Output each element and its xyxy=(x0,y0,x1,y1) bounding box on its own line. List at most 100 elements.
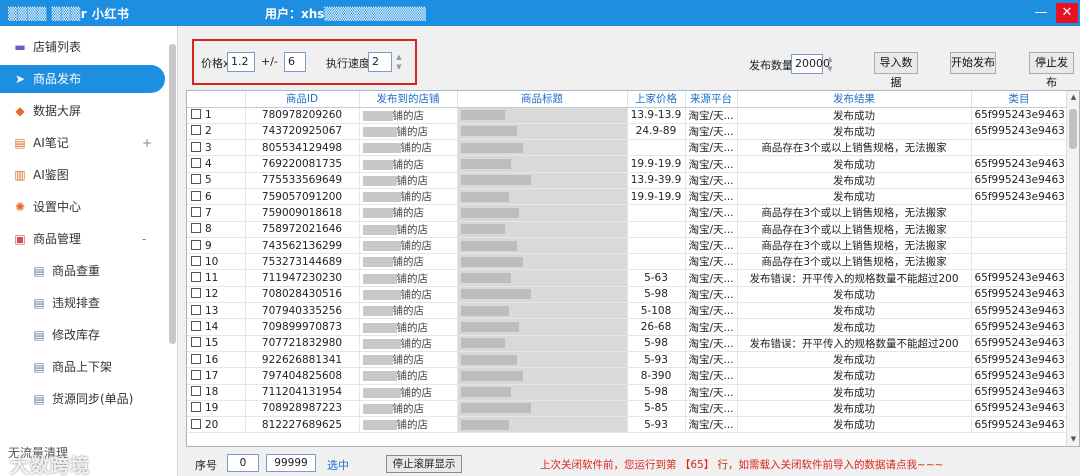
table-row[interactable]: 12 708028430516 铺的店 5-98 淘宝/天... 发布成功 65f99524… xyxy=(187,286,1068,304)
row-checkbox[interactable] xyxy=(191,174,201,185)
row-checkbox[interactable] xyxy=(191,321,201,331)
sidebar-scrollbar[interactable] xyxy=(169,44,176,344)
row-checkbox[interactable] xyxy=(191,109,201,120)
table-row[interactable]: 16 922626881341 铺的店 5-93 淘宝/天... 发布成功 65f99524… xyxy=(187,351,1068,369)
row-checkbox[interactable] xyxy=(191,206,201,217)
row-index-cell[interactable]: 3 xyxy=(187,139,246,157)
row-checkbox[interactable] xyxy=(191,402,201,413)
row-index-cell[interactable]: 1 xyxy=(187,107,246,124)
row-checkbox[interactable] xyxy=(191,353,201,364)
table-row[interactable]: 11 711947230230 铺的店 5-63 淘宝/天... 发布错误：开平传入的规格… xyxy=(187,269,1068,287)
publish-count-spinner-icon[interactable]: ▲ ▼ xyxy=(825,54,835,74)
table-row[interactable]: 9 743562136299 铺的店 淘宝/天... 商品存在3个或以上销售规格，无法搬… xyxy=(187,237,1068,255)
expand-icon[interactable]: + xyxy=(142,129,152,157)
row-index-cell[interactable]: 20 xyxy=(187,416,246,434)
table-row[interactable]: 20 812227689625 铺的店 5-93 淘宝/天... 发布成功 65f99524… xyxy=(187,416,1068,434)
col-header-product-title[interactable]: 商品标题 xyxy=(457,91,628,108)
row-index-cell[interactable]: 13 xyxy=(187,302,246,320)
row-index-cell[interactable]: 16 xyxy=(187,351,246,369)
row-index-cell[interactable]: 9 xyxy=(187,237,246,255)
sidebar-item-violation-check[interactable]: ▤ 违规排查 xyxy=(0,289,165,317)
seq-from-input[interactable]: 0 xyxy=(227,454,259,472)
collapse-icon[interactable]: - xyxy=(142,225,146,253)
table-row[interactable]: 1 780978209260 铺的店 13.9-13.9 淘宝/天... 发布成功 65f9… xyxy=(187,107,1068,124)
sidebar-item-listing-toggle[interactable]: ▤ 商品上下架 xyxy=(0,353,165,381)
stop-publish-button[interactable]: 停止发布 xyxy=(1029,52,1074,89)
row-checkbox[interactable] xyxy=(191,190,201,201)
speed-spinner-icon[interactable]: ▲ ▼ xyxy=(394,52,404,72)
col-header-source-price[interactable]: 上家价格 xyxy=(627,91,686,108)
col-header-index[interactable] xyxy=(187,91,246,108)
col-header-publish-result[interactable]: 发布结果 xyxy=(737,91,972,108)
row-checkbox[interactable] xyxy=(191,158,201,169)
publish-count-input[interactable]: 20000 xyxy=(791,54,830,74)
row-index-cell[interactable]: 10 xyxy=(187,253,246,271)
table-row[interactable]: 18 711204131954 铺的店 5-98 淘宝/天... 发布成功 65f99524… xyxy=(187,384,1068,401)
table-row[interactable]: 7 759009018618 铺的店 淘宝/天... 商品存在3个或以上销售规格，无法搬… xyxy=(187,204,1068,222)
row-checkbox[interactable] xyxy=(191,272,201,283)
row-checkbox[interactable] xyxy=(191,141,201,152)
row-checkbox[interactable] xyxy=(191,337,201,348)
row-index-cell[interactable]: 7 xyxy=(187,204,246,222)
table-row[interactable]: 4 769220081735 铺的店 19.9-19.9 淘宝/天... 发布成功 65f9… xyxy=(187,155,1068,173)
seq-to-input[interactable]: 99999 xyxy=(266,454,316,472)
row-index-cell[interactable]: 5 xyxy=(187,172,246,189)
speed-input[interactable]: 2 xyxy=(368,52,392,72)
row-index-cell[interactable]: 19 xyxy=(187,400,246,418)
plusminus-input[interactable]: 6 xyxy=(284,52,306,72)
table-row[interactable]: 3 805534129498 铺的店 淘宝/天... 商品存在3个或以上销售规格，无法搬… xyxy=(187,139,1068,157)
col-header-category[interactable]: 类目 xyxy=(971,91,1068,108)
sidebar-item-edit-stock[interactable]: ▤ 修改库存 xyxy=(0,321,165,349)
scroll-down-icon[interactable]: ▼ xyxy=(1067,433,1079,446)
row-index-cell[interactable]: 2 xyxy=(187,123,246,141)
row-index-cell[interactable]: 12 xyxy=(187,286,246,304)
sidebar-item-ai-image[interactable]: ▥ AI鉴图 xyxy=(0,161,165,189)
row-index-cell[interactable]: 4 xyxy=(187,155,246,173)
start-publish-button[interactable]: 开始发布 xyxy=(950,52,996,74)
table-row[interactable]: 2 743720925067 铺的店 24.9-89 淘宝/天... 发布成功 65f995… xyxy=(187,123,1068,141)
sidebar-item-settings[interactable]: ✺ 设置中心 xyxy=(0,193,165,221)
col-header-product-id[interactable]: 商品ID xyxy=(245,91,360,108)
row-checkbox[interactable] xyxy=(191,125,201,136)
price-multiplier-input[interactable]: 1.2 xyxy=(227,52,255,72)
row-index-cell[interactable]: 17 xyxy=(187,367,246,385)
col-header-source-platform[interactable]: 来源平台 xyxy=(685,91,738,108)
sidebar-item-source-sync[interactable]: ▤ 货源同步(单品) xyxy=(0,385,165,413)
scroll-up-icon[interactable]: ▲ xyxy=(1067,91,1079,104)
table-row[interactable]: 15 707721832980 铺的店 5-98 淘宝/天... 发布错误：开平传入的规格… xyxy=(187,335,1068,352)
sidebar-item-duplicate-check[interactable]: ▤ 商品查重 xyxy=(0,257,165,285)
row-checkbox[interactable] xyxy=(191,223,201,234)
select-link[interactable]: 选中 xyxy=(327,457,349,473)
row-index-cell[interactable]: 6 xyxy=(187,188,246,206)
table-row[interactable]: 13 707940335256 铺的店 5-108 淘宝/天... 发布成功 65f9952… xyxy=(187,302,1068,320)
table-scrollbar[interactable]: ▲ ▼ xyxy=(1066,91,1079,446)
row-checkbox[interactable] xyxy=(191,369,201,380)
row-checkbox[interactable] xyxy=(191,288,201,299)
table-row[interactable]: 19 708928987223 铺的店 5-85 淘宝/天... 发布成功 65f99524… xyxy=(187,400,1068,418)
col-header-target-shop[interactable]: 发布到的店铺 xyxy=(359,91,458,108)
scroll-thumb[interactable] xyxy=(1069,109,1077,149)
minimize-button[interactable]: — xyxy=(1030,3,1052,23)
row-checkbox[interactable] xyxy=(191,239,201,250)
table-row[interactable]: 8 758972021646 铺的店 淘宝/天... 商品存在3个或以上销售规格，无法搬… xyxy=(187,221,1068,238)
sidebar-item-data-screen[interactable]: ◆ 数据大屏 xyxy=(0,97,165,125)
row-checkbox[interactable] xyxy=(191,418,201,429)
table-row[interactable]: 17 797404825608 铺的店 8-390 淘宝/天... 发布成功 65f9952… xyxy=(187,367,1068,385)
row-checkbox[interactable] xyxy=(191,304,201,315)
sidebar-item-ai-notes[interactable]: ▤ AI笔记 + xyxy=(0,129,165,157)
sidebar-item-product-publish[interactable]: ➤ 商品发布 xyxy=(0,65,165,93)
row-index-cell[interactable]: 8 xyxy=(187,221,246,238)
table-row[interactable]: 6 759057091200 铺的店 19.9-19.9 淘宝/天... 发布成功 65f9… xyxy=(187,188,1068,206)
close-button[interactable]: ✕ xyxy=(1056,3,1078,23)
table-row[interactable]: 10 753273144689 铺的店 淘宝/天... 商品存在3个或以上销售规格，无法… xyxy=(187,253,1068,271)
sidebar-item-product-management[interactable]: ▣ 商品管理 - xyxy=(0,225,165,253)
row-index-cell[interactable]: 15 xyxy=(187,335,246,352)
table-row[interactable]: 5 775533569649 铺的店 13.9-39.9 淘宝/天... 发布成功 65f9… xyxy=(187,172,1068,189)
sidebar-item-store-list[interactable]: ▬ 店铺列表 xyxy=(0,33,165,61)
row-checkbox[interactable] xyxy=(191,255,201,266)
import-data-button[interactable]: 导入数据 xyxy=(874,52,918,89)
row-checkbox[interactable] xyxy=(191,386,201,397)
row-index-cell[interactable]: 11 xyxy=(187,269,246,287)
table-row[interactable]: 14 709899970873 铺的店 26-68 淘宝/天... 发布成功 65f9952… xyxy=(187,318,1068,336)
resume-notice-link[interactable]: 上次关闭软件前，您运行到第 【65】 行，如需载入关闭软件前导入的数据请点我~~… xyxy=(540,457,943,472)
